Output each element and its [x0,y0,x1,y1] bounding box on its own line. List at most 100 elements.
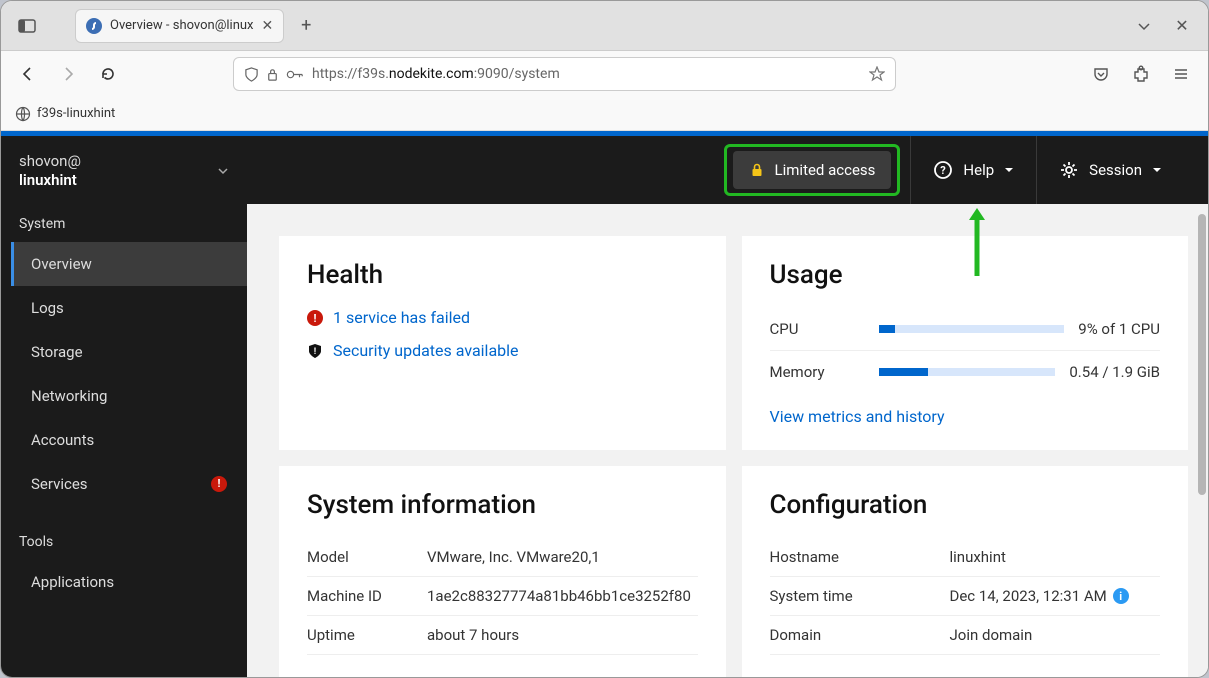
help-menu[interactable]: ? Help [911,136,1036,204]
sidebar-item-logs[interactable]: Logs [11,286,247,330]
sidebar-user-line1: shovon@ [19,152,81,171]
limited-access-label: Limited access [775,161,876,179]
usage-mem-value: 0.54 / 1.9 GiB [1069,363,1160,381]
info-value: VMware, Inc. VMware20,1 [427,548,698,566]
annotation-highlight-box: Limited access [724,144,901,196]
tabs-dropdown-button[interactable] [1128,10,1160,42]
tab-title: Overview - shovon@linux [110,18,254,33]
session-label: Session [1089,161,1142,179]
info-row: Machine ID 1ae2c88327774a81bb46bb1ce3252… [307,577,698,616]
topbar: Limited access ? Help [247,136,1208,204]
url-text: https://f39s.nodekite.com:9090/system [312,66,861,82]
session-menu[interactable]: Session [1037,136,1184,204]
bookmark-item[interactable]: f39s-linuxhint [37,106,115,121]
window-close-button[interactable]: ✕ [1166,10,1198,42]
sysinfo-card: System information Model VMware, Inc. VM… [279,466,726,677]
usage-card: Usage CPU 9% of 1 CPU Memory 0.54 / 1 [742,236,1189,450]
sidebar-item-networking[interactable]: Networking [11,374,247,418]
sidebar-item-accounts[interactable]: Accounts [11,418,247,462]
close-tab-icon[interactable]: ✕ [262,18,274,34]
info-value: Join domain [950,626,1161,644]
new-tab-button[interactable]: + [290,10,322,42]
forward-button[interactable] [53,59,83,89]
health-security-link[interactable]: Security updates available [333,341,519,360]
extensions-button[interactable] [1126,59,1156,89]
health-title: Health [307,260,698,290]
sidebar-item-label: Storage [31,343,83,361]
svg-text:?: ? [941,164,947,177]
app-area: shovon@ linuxhint System Overview Logs S… [1,131,1208,677]
info-value: about 7 hours [427,626,698,644]
pocket-button[interactable] [1086,59,1116,89]
key-icon [286,67,304,82]
info-label: Hostname [770,548,950,566]
sidebar-item-label: Accounts [31,431,94,449]
shield-icon [244,67,259,82]
browser-window: Overview - shovon@linux ✕ + ✕ [0,0,1209,678]
info-value: Dec 14, 2023, 12:31 AM i [950,587,1161,605]
bookmarks-bar: f39s-linuxhint [1,97,1208,131]
url-bar[interactable]: https://f39s.nodekite.com:9090/system [233,57,896,91]
usage-cpu-value: 9% of 1 CPU [1078,320,1160,338]
info-label: Uptime [307,626,427,644]
sidebar: shovon@ linuxhint System Overview Logs S… [1,131,247,677]
lock-icon [749,162,765,178]
info-row: Hostname linuxhint [770,538,1161,577]
security-shield-icon: ! [307,343,323,359]
chevron-down-icon [217,165,229,177]
main: Limited access ? Help [247,131,1208,677]
health-card: Health ! 1 service has failed ! Security… [279,236,726,450]
caret-down-icon [1004,165,1014,175]
error-icon: ! [307,310,323,326]
sidebar-section-tools: Tools [1,524,247,560]
info-row: Uptime about 7 hours [307,616,698,655]
lock-icon [265,67,280,82]
config-card: Configuration Hostname linuxhint System … [742,466,1189,677]
info-icon[interactable]: i [1113,588,1129,604]
sidebar-item-overview[interactable]: Overview [11,242,247,286]
info-row: Domain Join domain [770,616,1161,655]
tab-strip: Overview - shovon@linux ✕ + ✕ [1,1,1208,51]
bookmark-star-icon[interactable] [869,66,885,82]
favicon-fedora-icon [86,18,102,34]
reload-button[interactable] [93,59,123,89]
info-label: Machine ID [307,587,427,605]
sidebar-item-applications[interactable]: Applications [11,560,247,604]
usage-title: Usage [770,260,1161,290]
sidebar-item-services[interactable]: Services ! [11,462,247,506]
accent-stripe [1,131,1208,136]
usage-cpu-label: CPU [770,320,865,338]
caret-down-icon [1152,165,1162,175]
sidebar-item-label: Overview [31,255,92,273]
info-label: Model [307,548,427,566]
browser-tab-active[interactable]: Overview - shovon@linux ✕ [75,9,284,43]
info-row: System time Dec 14, 2023, 12:31 AM i [770,577,1161,616]
menu-button[interactable] [1166,59,1196,89]
svg-text:!: ! [314,347,316,357]
sidebar-item-label: Services [31,475,88,493]
content-grid: Health ! 1 service has failed ! Security… [247,204,1208,677]
info-label: System time [770,587,950,605]
svg-text:!: ! [314,312,317,325]
health-failed-link[interactable]: 1 service has failed [333,308,470,327]
sidebar-host-selector[interactable]: shovon@ linuxhint [1,136,247,206]
sidebar-item-label: Networking [31,387,107,405]
nav-bar: https://f39s.nodekite.com:9090/system [1,51,1208,97]
sidebar-user-line2: linuxhint [19,171,81,190]
alert-badge-icon: ! [211,476,227,492]
info-value: linuxhint [950,548,1161,566]
metrics-link[interactable]: View metrics and history [770,407,945,426]
usage-row-memory: Memory 0.54 / 1.9 GiB [770,351,1161,393]
scrollbar[interactable] [1198,214,1206,640]
back-button[interactable] [13,59,43,89]
usage-cpu-bar [879,325,1065,333]
sidebar-toggle-button[interactable] [11,10,43,42]
globe-icon [15,106,31,122]
sidebar-item-storage[interactable]: Storage [11,330,247,374]
info-label: Domain [770,626,950,644]
sysinfo-title: System information [307,490,698,520]
limited-access-button[interactable]: Limited access [733,151,892,189]
annotation-arrow-icon [967,206,987,276]
help-icon: ? [933,160,953,180]
info-value: 1ae2c88327774a81bb46bb1ce3252f80 [427,587,698,605]
